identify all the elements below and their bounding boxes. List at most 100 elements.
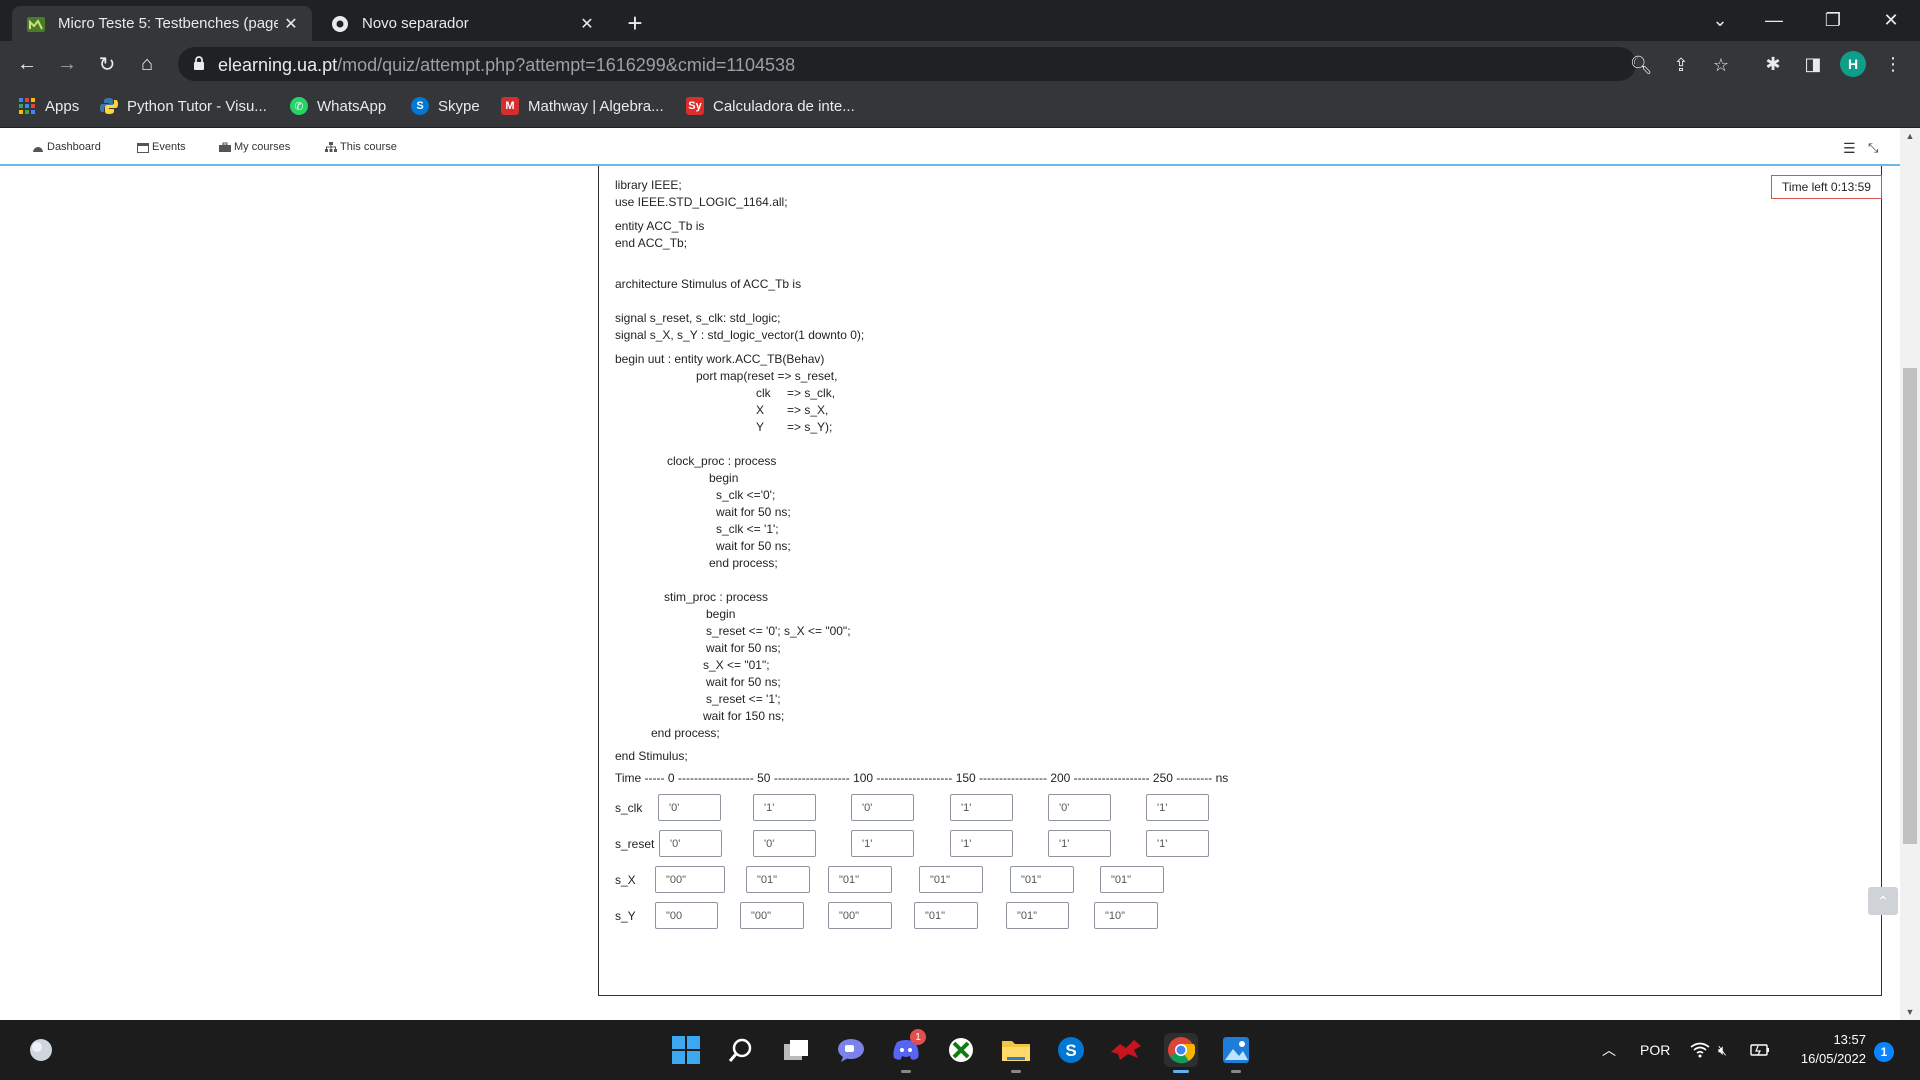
answer-field[interactable]: "10" (1094, 902, 1158, 929)
zoom-icon[interactable]: 🔍︎ (1630, 54, 1653, 76)
bookmark-skype[interactable]: S Skype (411, 97, 480, 115)
chrome-taskbar-icon[interactable] (1164, 1033, 1198, 1073)
back-button[interactable]: ← (12, 49, 42, 79)
code-line: architecture Stimulus of ACC_Tb is (615, 277, 802, 291)
answer-field[interactable]: "00" (740, 902, 804, 929)
bookmark-apps[interactable]: Apps (18, 97, 79, 115)
dashboard-icon (32, 142, 44, 153)
profile-avatar[interactable]: H (1840, 51, 1866, 77)
answer-field[interactable]: "00" (655, 866, 725, 893)
answer-field[interactable]: '1' (1146, 794, 1209, 821)
side-panel-icon[interactable]: ◨ (1802, 53, 1824, 75)
file-explorer-icon[interactable] (999, 1033, 1033, 1073)
weather-icon[interactable] (24, 1033, 58, 1067)
answer-field[interactable]: '0' (753, 830, 816, 857)
code-line: s_clk <='0'; (716, 488, 776, 502)
answer-field[interactable]: '1' (851, 830, 914, 857)
system-clock[interactable]: 13:57 16/05/2022 (1786, 1030, 1866, 1068)
discord-icon[interactable]: 1 (889, 1029, 926, 1073)
reload-button[interactable]: ↻ (92, 49, 122, 79)
back-to-top-button[interactable]: ⌃ (1868, 887, 1898, 915)
close-tab-icon[interactable]: ✕ (278, 11, 304, 37)
restore-button[interactable]: ❐ (1810, 0, 1856, 41)
answer-field[interactable]: '1' (753, 794, 816, 821)
extensions-icon[interactable]: ✱ (1762, 53, 1784, 75)
scroll-thumb[interactable] (1903, 368, 1917, 844)
answer-field[interactable]: '0' (1048, 794, 1111, 821)
bookmark-star-icon[interactable]: ☆ (1710, 54, 1732, 76)
code-line: => s_clk, (787, 386, 836, 400)
notification-badge[interactable]: 1 (1874, 1042, 1894, 1062)
bookmark-label: WhatsApp (317, 97, 387, 115)
quiz-content: Time left 0:13:59 library IEEE; use IEEE… (0, 166, 1900, 1020)
close-window-button[interactable]: ✕ (1868, 0, 1914, 41)
chrome-icon (330, 14, 350, 34)
answer-field[interactable]: "01" (919, 866, 983, 893)
task-view-icon[interactable] (779, 1033, 813, 1067)
code-line: wait for 50 ns; (706, 641, 781, 655)
nav-dashboard[interactable]: Dashboard (32, 141, 101, 153)
nav-my-courses[interactable]: My courses (219, 141, 290, 153)
battery-icon[interactable] (1750, 1020, 1770, 1080)
bookmark-label: Calculadora de inte... (713, 97, 855, 115)
nav-events[interactable]: Events (137, 141, 186, 153)
address-bar[interactable]: elearning.ua.pt/mod/quiz/attempt.php?att… (178, 47, 1729, 81)
answer-field[interactable]: '1' (950, 794, 1013, 821)
menu-icon[interactable]: ⋮ (1882, 53, 1904, 75)
signal-label: s_reset (615, 837, 655, 851)
answer-field[interactable]: '1' (950, 830, 1013, 857)
answer-field[interactable]: "00 (655, 902, 718, 929)
search-icon[interactable] (724, 1033, 758, 1067)
code-line: s_clk <= '1'; (716, 522, 779, 536)
answer-field[interactable]: "00" (828, 902, 892, 929)
answer-field[interactable]: "01" (914, 902, 978, 929)
teams-chat-icon[interactable] (834, 1033, 868, 1067)
tab-quiz[interactable]: Micro Teste 5: Testbenches (page ✕ (12, 6, 312, 41)
answer-field[interactable]: "01" (828, 866, 892, 893)
code-line: begin (706, 607, 736, 621)
dragon-app-icon[interactable] (1109, 1033, 1143, 1067)
code-line: end process; (709, 556, 778, 570)
answer-field[interactable]: "01" (1100, 866, 1164, 893)
share-icon[interactable]: ⇪ (1670, 54, 1692, 76)
tab-new[interactable]: Novo separador ✕ (316, 6, 608, 41)
tab-search-icon[interactable]: ⌄ (1697, 0, 1743, 41)
answer-field[interactable]: "01" (1010, 866, 1074, 893)
apps-grid-icon (18, 97, 36, 115)
code-line: wait for 50 ns; (706, 675, 781, 689)
clock-time: 13:57 (1833, 1032, 1866, 1047)
photos-icon[interactable] (1219, 1033, 1253, 1073)
wifi-icon[interactable] (1690, 1020, 1710, 1080)
answer-field[interactable]: '0' (658, 794, 721, 821)
bookmark-whatsapp[interactable]: ✆ WhatsApp (290, 97, 386, 115)
scroll-down-arrow[interactable]: ▼ (1900, 1004, 1920, 1020)
answer-field[interactable]: '1' (1048, 830, 1111, 857)
skype-taskbar-icon[interactable]: S (1054, 1033, 1088, 1067)
collapse-icon[interactable]: ⤡ (1868, 140, 1878, 156)
answer-field[interactable]: '0' (659, 830, 722, 857)
scroll-up-arrow[interactable]: ▲ (1900, 128, 1920, 144)
volume-muted-icon[interactable]: 🔇︎ (1718, 1020, 1727, 1080)
home-button[interactable]: ⌂ (132, 49, 162, 79)
bookmark-python-tutor[interactable]: Python Tutor - Visu... (100, 97, 267, 115)
xbox-icon[interactable] (944, 1033, 978, 1067)
page-scrollbar[interactable]: ▲ ▼ (1900, 128, 1920, 1020)
answer-field[interactable]: "01" (746, 866, 810, 893)
answer-field[interactable]: "01" (1006, 902, 1069, 929)
answer-field[interactable]: '0' (851, 794, 914, 821)
new-tab-button[interactable]: + (620, 8, 650, 38)
tray-overflow-icon[interactable]: ︿ (1602, 1020, 1616, 1080)
calendar-icon (137, 142, 149, 153)
minimize-button[interactable]: — (1751, 0, 1797, 41)
language-indicator[interactable]: POR (1640, 1020, 1670, 1080)
close-tab-icon[interactable]: ✕ (574, 11, 600, 37)
code-line: end process; (651, 726, 720, 740)
bookmark-calculadora[interactable]: Sy Calculadora de inte... (686, 97, 855, 115)
forward-button[interactable]: → (52, 49, 82, 79)
symbolab-icon: Sy (686, 97, 704, 115)
list-view-icon[interactable]: ☰ (1843, 140, 1856, 157)
answer-field[interactable]: '1' (1146, 830, 1209, 857)
bookmark-mathway[interactable]: M Mathway | Algebra... (501, 97, 664, 115)
nav-this-course[interactable]: This course (325, 141, 397, 153)
start-icon[interactable] (669, 1033, 703, 1067)
